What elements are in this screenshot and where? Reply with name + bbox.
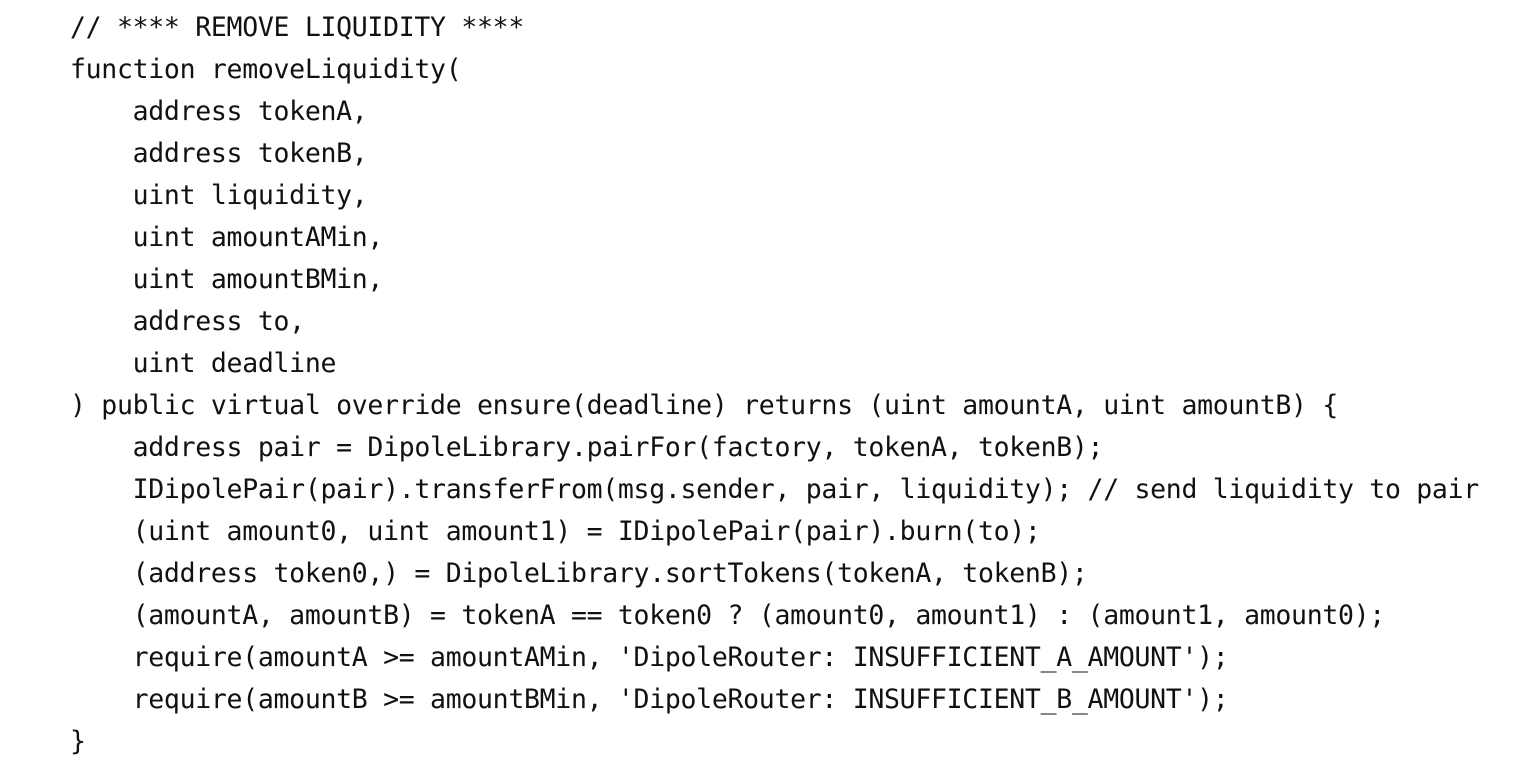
code-line-require-b: require(amountB >= amountBMin, 'DipoleRo…	[70, 684, 1229, 715]
code-line-transfer-from: IDipolePair(pair).transferFrom(msg.sende…	[70, 474, 1480, 505]
code-line-modifiers-returns: ) public virtual override ensure(deadlin…	[70, 390, 1339, 421]
code-line-sort-tokens: (address token0,) = DipoleLibrary.sortTo…	[70, 558, 1088, 589]
code-line-burn: (uint amount0, uint amount1) = IDipolePa…	[70, 516, 1041, 547]
code-line-param-liquidity: uint liquidity,	[70, 180, 368, 211]
code-line-param-amountBMin: uint amountBMin,	[70, 264, 384, 295]
code-line-param-tokenB: address tokenB,	[70, 138, 368, 169]
code-line-param-deadline: uint deadline	[70, 348, 337, 379]
code-line-require-a: require(amountA >= amountAMin, 'DipoleRo…	[70, 642, 1229, 673]
code-line-pair-address: address pair = DipoleLibrary.pairFor(fac…	[70, 432, 1104, 463]
code-line-assign-amounts: (amountA, amountB) = tokenA == token0 ? …	[70, 600, 1386, 631]
code-line-param-tokenA: address tokenA,	[70, 96, 368, 127]
code-line-param-amountAMin: uint amountAMin,	[70, 222, 384, 253]
code-block: // **** REMOVE LIQUIDITY **** function r…	[70, 7, 1520, 762]
code-line-param-to: address to,	[70, 306, 306, 337]
code-line-closing-brace: }	[70, 726, 86, 757]
code-line-comment: // **** REMOVE LIQUIDITY ****	[70, 12, 524, 43]
code-line-function-signature: function removeLiquidity(	[70, 54, 462, 85]
